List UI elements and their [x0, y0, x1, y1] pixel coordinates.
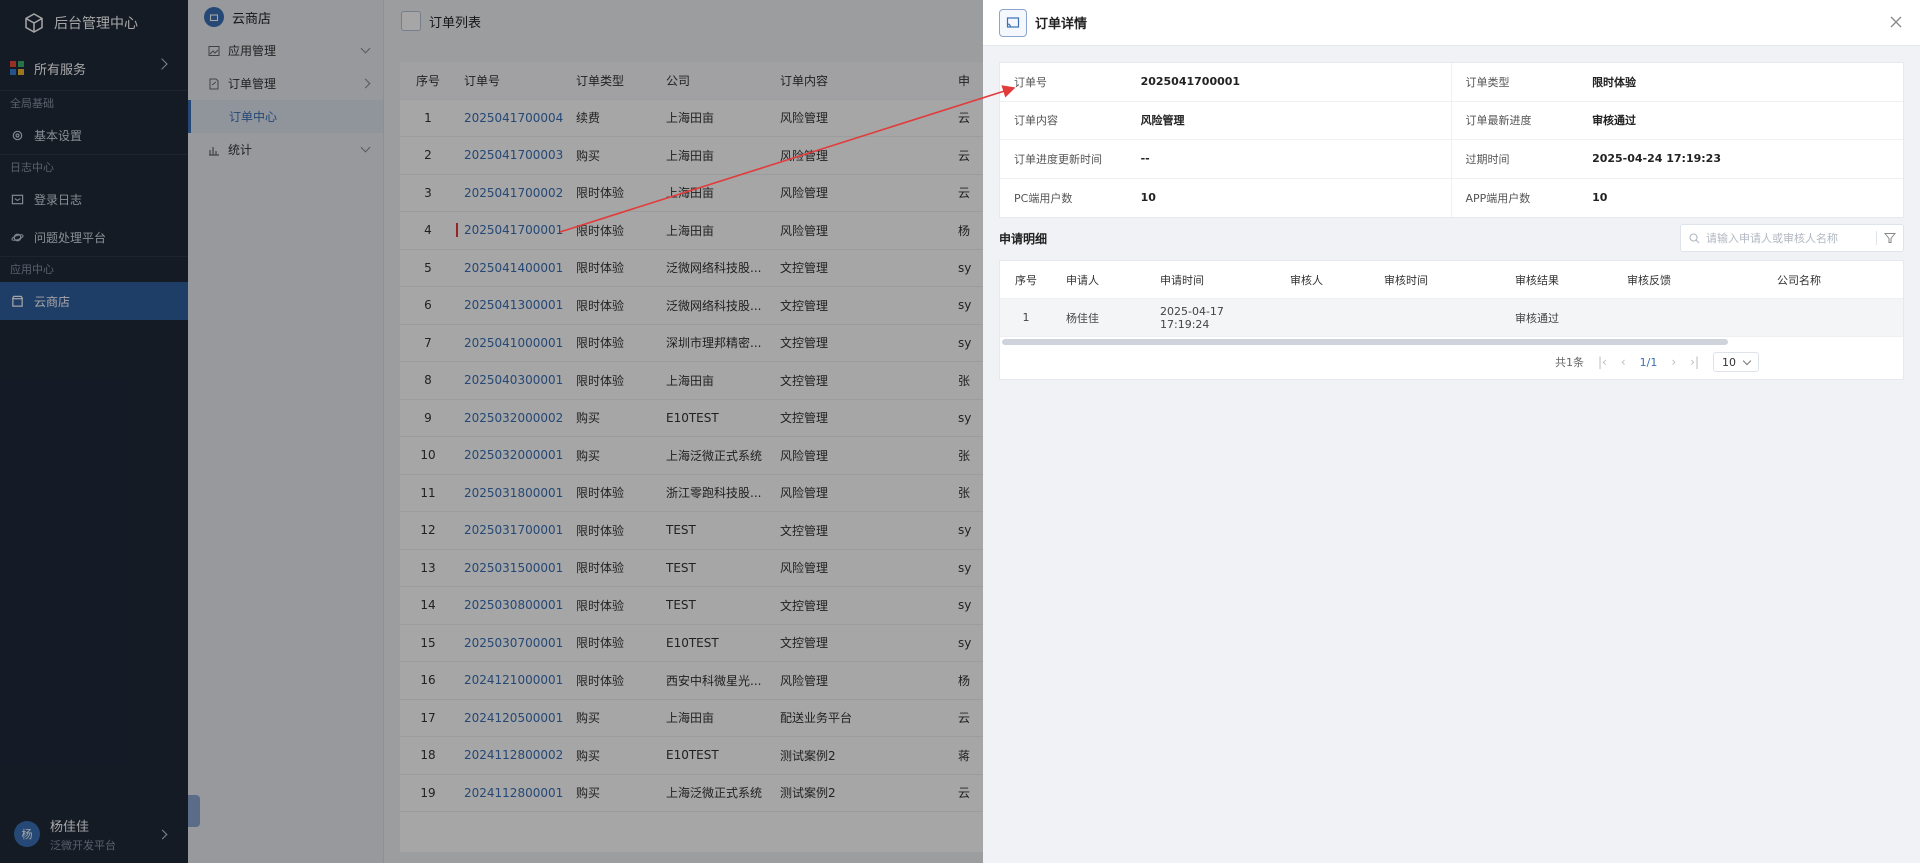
- info-label: 过期时间: [1465, 152, 1510, 166]
- info-row: PC端用户数 10 APP端用户数 10: [1000, 178, 1903, 217]
- horizontal-scrollbar[interactable]: [1002, 339, 1728, 345]
- page-size-select[interactable]: 10: [1713, 352, 1760, 372]
- modal-mask[interactable]: [0, 0, 983, 863]
- chevron-down-icon: [1742, 356, 1752, 366]
- first-page-icon[interactable]: |‹: [1598, 355, 1607, 369]
- next-page-icon[interactable]: ›: [1671, 355, 1676, 369]
- search-icon: [1689, 232, 1700, 243]
- prev-page-icon[interactable]: ‹: [1621, 355, 1626, 369]
- filter-icon[interactable]: [1884, 232, 1896, 244]
- divider: [1876, 231, 1877, 245]
- column-header: 审核反馈: [1627, 273, 1671, 287]
- info-label: APP端用户数: [1465, 191, 1531, 205]
- column-header: 审核时间: [1384, 273, 1428, 287]
- cell: 审核通过: [1515, 311, 1559, 325]
- info-value: 10: [1141, 178, 1452, 217]
- info-label: PC端用户数: [1014, 191, 1073, 205]
- info-value: 2025-04-24 17:19:23: [1592, 152, 1721, 166]
- apply-section-title: 申请明细: [999, 232, 1048, 246]
- page-indicator: 1/1: [1639, 355, 1658, 369]
- apply-table-header: 序号 申请人 申请时间 审核人 审核时间 审核结果 审核反馈 公司名称: [1000, 261, 1903, 299]
- info-label: 订单内容: [1014, 114, 1058, 128]
- pagination: 共1条 |‹ ‹ 1/1 › ›| 10: [1555, 349, 1760, 375]
- info-value: 审核通过: [1592, 114, 1637, 128]
- total-count: 共1条: [1555, 356, 1584, 369]
- info-value: 10: [1592, 191, 1608, 205]
- info-value: --: [1141, 140, 1452, 178]
- info-value: 2025041700001: [1141, 63, 1452, 101]
- drawer-title: 订单详情: [1035, 17, 1088, 32]
- column-header: 审核结果: [1515, 273, 1559, 287]
- info-value: 风险管理: [1141, 101, 1452, 139]
- info-label: 订单类型: [1465, 75, 1510, 89]
- search-placeholder: 请输入申请人或审核人名称: [1706, 232, 1838, 245]
- info-label: 订单号: [1014, 75, 1047, 89]
- column-header: 申请时间: [1160, 273, 1204, 287]
- info-row: 订单内容 风险管理 订单最新进度 审核通过: [1000, 101, 1903, 140]
- cell: 杨佳佳: [1066, 311, 1099, 325]
- column-header: 审核人: [1290, 273, 1323, 287]
- column-header: 公司名称: [1777, 273, 1821, 287]
- table-row[interactable]: 1 杨佳佳 2025-04-17 17:19:24 审核通过: [1000, 299, 1903, 337]
- info-value: 限时体验: [1592, 75, 1637, 89]
- order-info-grid: 订单号 2025041700001 订单类型 限时体验订单内容 风险管理 订单最新进度 审核…: [999, 62, 1904, 218]
- cell: 2025-04-17 17:19:24: [1160, 304, 1224, 331]
- info-row: 订单进度更新时间 -- 过期时间 2025-04-24 17:19:23: [1000, 140, 1903, 179]
- page-size-value: 10: [1722, 355, 1737, 369]
- cast-icon: [999, 8, 1027, 37]
- info-label: 订单最新进度: [1465, 114, 1532, 128]
- info-row: 订单号 2025041700001 订单类型 限时体验: [1000, 63, 1903, 102]
- close-icon[interactable]: [1888, 14, 1904, 30]
- column-header: 申请人: [1066, 273, 1099, 287]
- column-header: 序号: [1015, 273, 1037, 287]
- drawer-header: 订单详情: [983, 0, 1920, 46]
- order-detail-drawer: 订单详情 订单号 2025041700001 订单类型 限时体验订单内容 风险管理 订单最…: [983, 0, 1920, 863]
- apply-table: 序号 申请人 申请时间 审核人 审核时间 审核结果 审核反馈 公司名称 1 杨佳…: [999, 260, 1904, 380]
- apply-search-input[interactable]: 请输入申请人或审核人名称: [1680, 224, 1904, 252]
- cell: 1: [1022, 311, 1030, 324]
- info-label: 订单进度更新时间: [1014, 152, 1102, 166]
- last-page-icon[interactable]: ›|: [1690, 355, 1699, 369]
